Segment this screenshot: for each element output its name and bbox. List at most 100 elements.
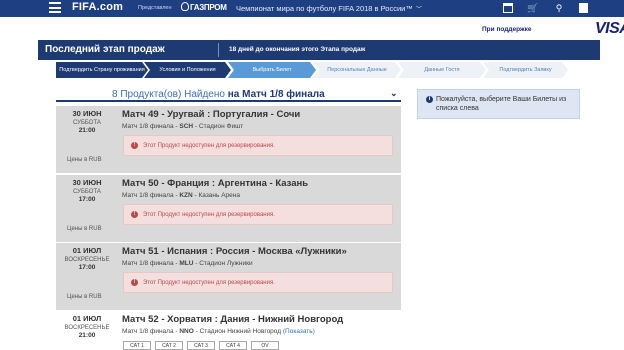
venue-name: - Казань Арена [194,192,240,199]
match-round: Матч 1/8 финала - [122,328,178,335]
match-date-col: 01 ИЮЛ ВОСКРЕСЕНЬЕ 17:00 [56,243,118,271]
unavailable-alert: ! Этот Продукт недоступен для резервирова… [123,272,393,293]
match-subtitle: Матч 1/8 финала - KZN - Казань Арена [122,192,398,199]
search-icon[interactable]: ⚲ [553,2,565,14]
category-button[interactable]: CAT 3 [187,341,215,350]
visa-logo: VISA [595,20,624,37]
calendar-icon[interactable] [503,3,513,13]
match-subtitle: Матч 1/8 финала - SCH - Стадион Фишт [122,123,398,130]
venue-code: SCH [179,123,194,130]
error-icon: ! [131,211,138,218]
alert-text: Этот Продукт недоступен для резервирован… [143,279,275,286]
step-select-ticket[interactable]: Выбрать Билет [228,62,316,78]
phase-divider [218,43,219,57]
match-title: Матч 52 - Хорватия : Дания - Нижний Новг… [122,314,344,325]
match-weekday: ВОСКРЕСЕНЬЕ [64,257,110,263]
match-date: 30 ИЮН [72,109,102,118]
step-confirm-request: Подтвердить Заявку [483,62,568,78]
match-time: 17:00 [78,264,96,271]
match-info: Матч 51 - Испания : Россия - Москва «Луж… [122,243,398,293]
venue-code: NNO [179,328,194,335]
partner-logo: ГАЗПРОМ [181,2,227,12]
fifa-logo[interactable]: FIFA.com [72,1,123,13]
category-buttons: CAT 1 CAT 2 CAT 3 CAT 4 OV [123,341,279,350]
unavailable-alert: ! Этот Продукт недоступен для резервирова… [123,204,393,225]
match-time: 21:00 [78,127,96,134]
select-tickets-info: i Пожалуйста, выберите Ваши Билеты из сп… [417,89,580,119]
step-terms[interactable]: Условия и Положения [144,62,231,78]
menu-icon[interactable] [49,2,61,13]
match-round: Матч 1/8 финала - [122,260,178,267]
match-date-col: 01 ИЮЛ ВОСКРЕСЕНЬЕ 21:00 [56,311,118,339]
match-title: Матч 51 - Испания : Россия - Москва «Луж… [122,246,347,257]
progress-steps: Подтвердить Страну проживания Условия и … [56,62,568,78]
show-venue-link[interactable]: (Показать) [283,328,315,335]
alert-text: Этот Продукт недоступен для резервирован… [143,211,275,218]
presented-by-label: Представлен [138,5,172,11]
sales-phase-banner: Последний этап продаж 18 дней до окончан… [38,40,600,60]
error-icon: ! [131,142,138,149]
info-text: Пожалуйста, выберите Ваши Билеты из спис… [436,96,567,112]
match-time: 21:00 [78,332,96,339]
category-button[interactable]: CAT 2 [155,341,183,350]
match-date: 30 ИЮН [72,178,102,187]
match-weekday: ВОСКРЕСЕНЬЕ [64,325,110,331]
match-subtitle: Матч 1/8 финала - MLU - Стадион Лужники [122,260,398,267]
match-date-col: 30 ИЮН СУББОТА 17:00 [56,175,118,203]
partner-name: ГАЗПРОМ [190,3,227,12]
match-round: Матч 1/8 финала - [122,123,178,130]
match-info: Матч 52 - Хорватия : Дания - Нижний Новг… [122,311,398,350]
venue-name: - Стадион Нижний Новгород [195,328,282,335]
unavailable-alert: ! Этот Продукт недоступен для резервирова… [123,135,393,156]
products-match-text: на Матч 1/8 финала [227,89,325,100]
match-row: 01 ИЮЛ ВОСКРЕСЕНЬЕ 17:00 Цены в RUB Матч… [56,243,401,311]
match-info: Матч 50 - Франция : Аргентина - Казань М… [122,175,398,225]
match-row: 30 ИЮН СУББОТА 21:00 Цены в RUB Матч 49 … [56,106,401,174]
alert-text: Этот Продукт недоступен для резервирован… [143,142,275,149]
match-date-col: 30 ИЮН СУББОТА 21:00 [56,106,118,134]
phase-days-left: 18 дней до окончания этого Этапа продаж [229,46,366,53]
products-count: 8 Продукта(ов) Найдено на Матч 1/8 финал… [112,89,325,100]
products-header: 8 Продукта(ов) Найдено на Матч 1/8 финал… [56,88,401,102]
match-prices: Цены в RUB [67,226,102,232]
top-icons: 🛒 ⚲ [503,2,588,14]
products-count-text: 8 Продукта(ов) Найдено [112,89,225,100]
gazprom-flame-icon [181,2,189,11]
match-date: 01 ИЮЛ [72,246,102,255]
venue-name: - Стадион Фишт [194,123,244,130]
match-subtitle: Матч 1/8 финала - NNO - Стадион Нижний Н… [122,328,398,335]
match-info: Матч 49 - Уругвай : Португалия - Сочи Ма… [122,106,398,156]
phase-title: Последний этап продаж [45,44,165,55]
match-title: Матч 50 - Франция : Аргентина - Казань [122,178,309,189]
chevron-down-icon: ﹀ [415,7,422,13]
step-confirm-country[interactable]: Подтвердить Страну проживания [56,62,148,78]
match-prices: Цены в RUB [67,294,102,300]
match-weekday: СУББОТА [73,189,101,195]
category-button[interactable]: OV [251,341,279,350]
match-row: 30 ИЮН СУББОТА 17:00 Цены в RUB Матч 50 … [56,175,401,243]
tournament-title: Чемпионат мира по футболу FIFA 2018 в Ро… [236,4,413,13]
venue-name: - Стадион Лужники [195,260,253,267]
step-personal-data: Персональные Данные [313,62,401,78]
top-nav: FIFA.com Представлен ГАЗПРОМ Чемпионат м… [0,0,624,17]
match-row: 01 ИЮЛ ВОСКРЕСЕНЬЕ 21:00 Матч 52 - Хорва… [56,311,401,350]
info-icon: i [426,96,433,103]
sponsor-bar: При поддержке VISA [38,17,624,40]
cart-icon[interactable]: 🛒 [527,2,539,14]
step-guest-data: Данные Гостя [398,62,486,78]
match-date: 01 ИЮЛ [72,314,102,323]
match-time: 17:00 [78,196,96,203]
venue-code: MLU [179,260,194,267]
match-title: Матч 49 - Уругвай : Португалия - Сочи [122,109,301,120]
sponsor-label: При поддержке [482,26,532,33]
match-weekday: СУББОТА [73,120,101,126]
chevron-down-icon[interactable]: ⌄ [390,88,398,99]
venue-code: KZN [179,192,193,199]
match-round: Матч 1/8 финала - [122,192,178,199]
user-icon[interactable] [579,3,588,13]
error-icon: ! [131,279,138,286]
category-button[interactable]: CAT 4 [219,341,247,350]
tournament-selector[interactable]: Чемпионат мира по футболу FIFA 2018 в Ро… [236,4,422,13]
category-button[interactable]: CAT 1 [123,341,151,350]
match-prices: Цены в RUB [67,157,102,163]
